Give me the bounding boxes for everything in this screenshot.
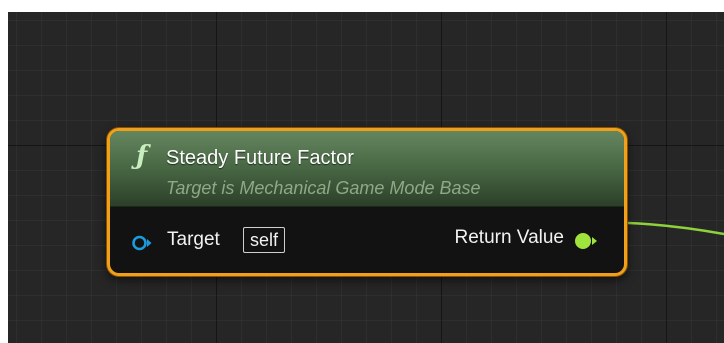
- node-subtitle: Target is Mechanical Game Mode Base: [166, 178, 481, 198]
- object-reference-pin-icon[interactable]: [132, 235, 152, 251]
- target-pin-label: Target: [167, 229, 220, 250]
- node-title: Steady Future Factor: [166, 147, 354, 169]
- float-pin-icon[interactable]: [574, 231, 598, 251]
- function-icon: ƒ: [136, 141, 148, 171]
- target-default-value[interactable]: self: [243, 227, 286, 253]
- node-header[interactable]: ƒ Steady Future Factor Target is Mechani…: [110, 131, 624, 207]
- node-body: Target self Return Value: [110, 207, 624, 273]
- return-value-pin-label: Return Value: [454, 227, 565, 248]
- blueprint-graph-canvas[interactable]: ƒ Steady Future Factor Target is Mechani…: [8, 12, 724, 343]
- steady-future-factor-node[interactable]: ƒ Steady Future Factor Target is Mechani…: [107, 128, 627, 276]
